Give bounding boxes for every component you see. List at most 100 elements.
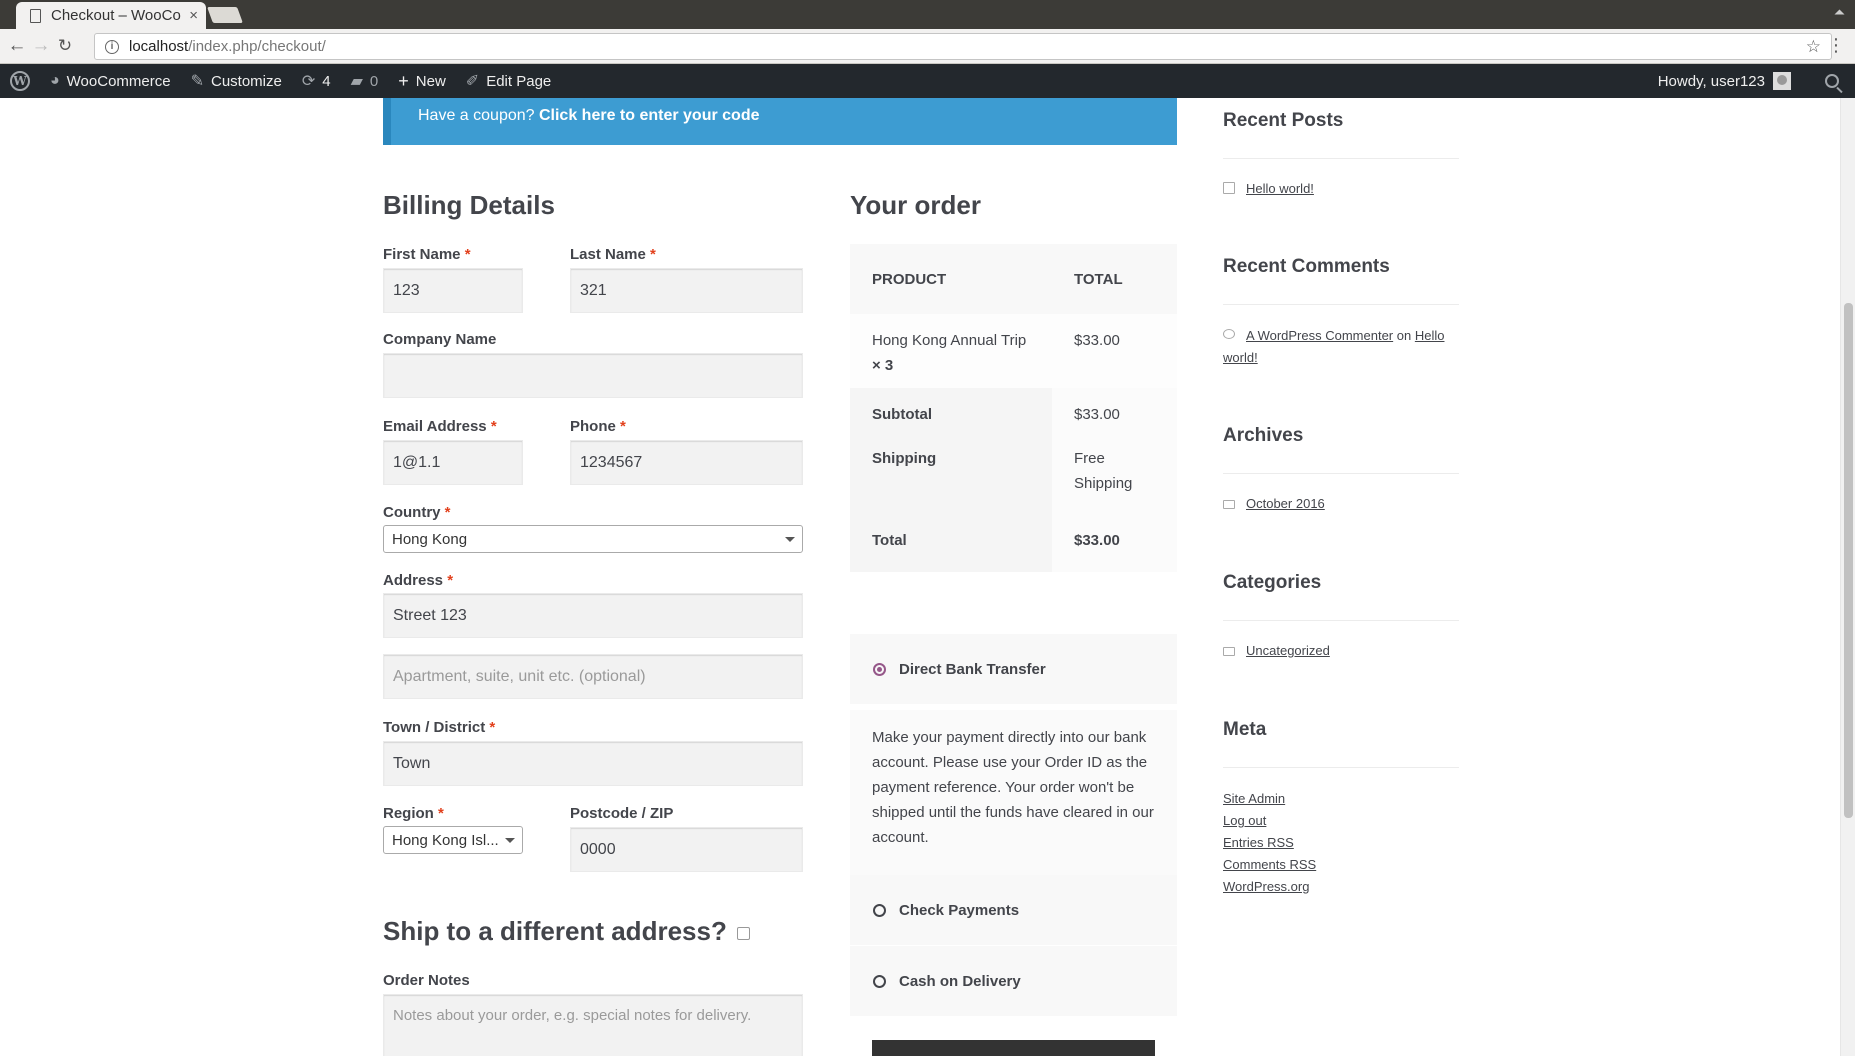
wp-logo-menu[interactable]: W <box>0 64 40 98</box>
browser-tabstrip: Checkout – WooCo × ⏶ <box>0 0 1855 29</box>
reload-icon[interactable]: ↻ <box>54 35 76 57</box>
document-icon <box>1223 182 1235 194</box>
meta-link-log-out[interactable]: Log out <box>1223 810 1316 832</box>
order-notes-field[interactable]: Notes about your order, e.g. special not… <box>383 994 803 1056</box>
subtotal-label: Subtotal <box>850 388 1052 446</box>
browser-tab[interactable]: Checkout – WooCo × <box>16 2 206 29</box>
forward-arrow-icon[interactable]: → <box>30 35 52 57</box>
subtotal-row: Subtotal $33.00 <box>850 388 1177 446</box>
address-line-2-field[interactable]: Apartment, suite, unit etc. (optional) <box>383 654 803 699</box>
info-icon[interactable]: i <box>105 39 119 54</box>
payment-option-cod[interactable]: Cash on Delivery <box>850 946 1177 1016</box>
town-label: Town / District * <box>383 719 496 736</box>
browser-toolbar: ← → ↻ i localhost/index.php/checkout/ ☆ … <box>0 29 1855 64</box>
region-select[interactable]: Hong Kong Isl... <box>383 826 523 854</box>
address-label: Address * <box>383 572 454 589</box>
adminbar-woocommerce-label: WooCommerce <box>66 72 171 90</box>
plus-icon: + <box>398 70 409 91</box>
adminbar-comments[interactable]: ▰ 0 <box>341 64 389 98</box>
browser-menu-icon[interactable]: ⋮ <box>1827 35 1845 56</box>
adminbar-customize[interactable]: ✎ Customize <box>181 64 292 98</box>
coupon-notice: Have a coupon? Click here to enter your … <box>383 98 1177 145</box>
email-label: Email Address * <box>383 418 497 435</box>
meta-links: Site Admin Log out Entries RSS Comments … <box>1223 788 1316 898</box>
adminbar-updates[interactable]: ⟳ 4 <box>292 64 341 98</box>
country-select[interactable]: Hong Kong <box>383 525 803 553</box>
your-order-heading: Your order <box>850 190 981 220</box>
meta-link-site-admin[interactable]: Site Admin <box>1223 788 1316 810</box>
wordpress-logo-icon: W <box>10 71 30 91</box>
search-icon[interactable] <box>1825 74 1839 88</box>
divider <box>1223 620 1459 621</box>
region-label: Region * <box>383 805 444 822</box>
comment-bubble-icon: ▰ <box>350 73 363 90</box>
place-order-button[interactable] <box>872 1040 1155 1056</box>
chevron-down-icon <box>505 838 515 843</box>
address-field[interactable]: Street 123 <box>383 593 803 638</box>
bookmark-star-icon[interactable]: ☆ <box>1806 37 1821 57</box>
payment-option-bank-transfer[interactable]: Direct Bank Transfer <box>850 634 1177 704</box>
adminbar-customize-label: Customize <box>211 72 282 90</box>
postcode-label: Postcode / ZIP <box>570 805 674 822</box>
product-name: Hong Kong Annual Trip <box>872 332 1027 349</box>
meta-heading: Meta <box>1223 719 1267 740</box>
country-label: Country * <box>383 504 451 521</box>
radio-icon[interactable] <box>873 903 886 917</box>
meta-link-entries-rss[interactable]: Entries RSS <box>1223 832 1316 854</box>
company-name-label: Company Name <box>383 331 497 348</box>
categories-heading: Categories <box>1223 572 1322 593</box>
adminbar-my-account[interactable]: Howdy, user123 <box>1648 64 1801 98</box>
coupon-prefix: Have a coupon? <box>418 107 535 124</box>
address-bar[interactable]: i localhost/index.php/checkout/ ☆ <box>94 33 1832 60</box>
adminbar-new-label: New <box>415 72 446 90</box>
divider <box>1223 767 1459 768</box>
radio-selected-icon[interactable] <box>873 662 886 676</box>
phone-field[interactable]: 1234567 <box>570 440 803 485</box>
back-arrow-icon[interactable]: ← <box>6 35 28 57</box>
email-field[interactable]: 1@1.1 <box>383 440 523 485</box>
tab-close-icon[interactable]: × <box>189 7 198 24</box>
recent-comments-heading: Recent Comments <box>1223 256 1390 277</box>
meta-link-comments-rss[interactable]: Comments RSS <box>1223 854 1316 876</box>
pencil-icon: ✐ <box>465 73 480 90</box>
first-name-field[interactable]: 123 <box>383 268 523 313</box>
town-field[interactable]: Town <box>383 741 803 786</box>
commenter-link[interactable]: A WordPress Commenter <box>1246 328 1393 343</box>
coupon-link[interactable]: Click here to enter your code <box>539 107 760 124</box>
meta-link-wordpress-org[interactable]: WordPress.org <box>1223 876 1316 898</box>
adminbar-edit-page[interactable]: ✐ Edit Page <box>456 64 561 98</box>
page-scrollbar[interactable] <box>1840 98 1855 1056</box>
recent-posts-heading: Recent Posts <box>1223 110 1344 131</box>
divider <box>1223 473 1459 474</box>
window-control-icon[interactable]: ⏶ <box>1834 4 1845 21</box>
category-link[interactable]: Uncategorized <box>1246 643 1330 658</box>
page-icon <box>30 8 41 23</box>
scrollbar-thumb[interactable] <box>1844 303 1853 818</box>
ship-different-checkbox[interactable] <box>736 927 750 940</box>
new-tab-button[interactable] <box>207 7 243 23</box>
archives-heading: Archives <box>1223 425 1304 446</box>
first-name-label: First Name * <box>383 246 471 263</box>
billing-details-heading: Billing Details <box>383 190 555 220</box>
dashboard-icon: ◕ <box>50 72 60 89</box>
updates-count: 4 <box>322 72 331 90</box>
adminbar-edit-page-label: Edit Page <box>486 72 552 90</box>
order-notes-label: Order Notes <box>383 972 470 989</box>
divider <box>1223 158 1459 159</box>
url-text: localhost/index.php/checkout/ <box>129 38 326 55</box>
payment-option-check[interactable]: Check Payments <box>850 875 1177 945</box>
last-name-field[interactable]: 321 <box>570 268 803 313</box>
cash-on-delivery-label: Cash on Delivery <box>899 972 1021 990</box>
page-viewport: Have a coupon? Click here to enter your … <box>0 98 1840 1056</box>
radio-icon[interactable] <box>873 974 886 988</box>
updates-icon: ⟳ <box>301 73 316 90</box>
company-name-field[interactable] <box>383 353 803 398</box>
product-quantity: × 3 <box>872 357 894 374</box>
recent-post-link[interactable]: Hello world! <box>1246 181 1314 196</box>
archive-link[interactable]: October 2016 <box>1246 496 1325 511</box>
postcode-field[interactable]: 0000 <box>570 827 803 872</box>
total-label: Total <box>850 526 1052 572</box>
shipping-value: Free Shipping <box>1052 446 1177 526</box>
adminbar-woocommerce[interactable]: ◕ WooCommerce <box>40 64 181 98</box>
adminbar-new[interactable]: + New <box>388 64 456 98</box>
